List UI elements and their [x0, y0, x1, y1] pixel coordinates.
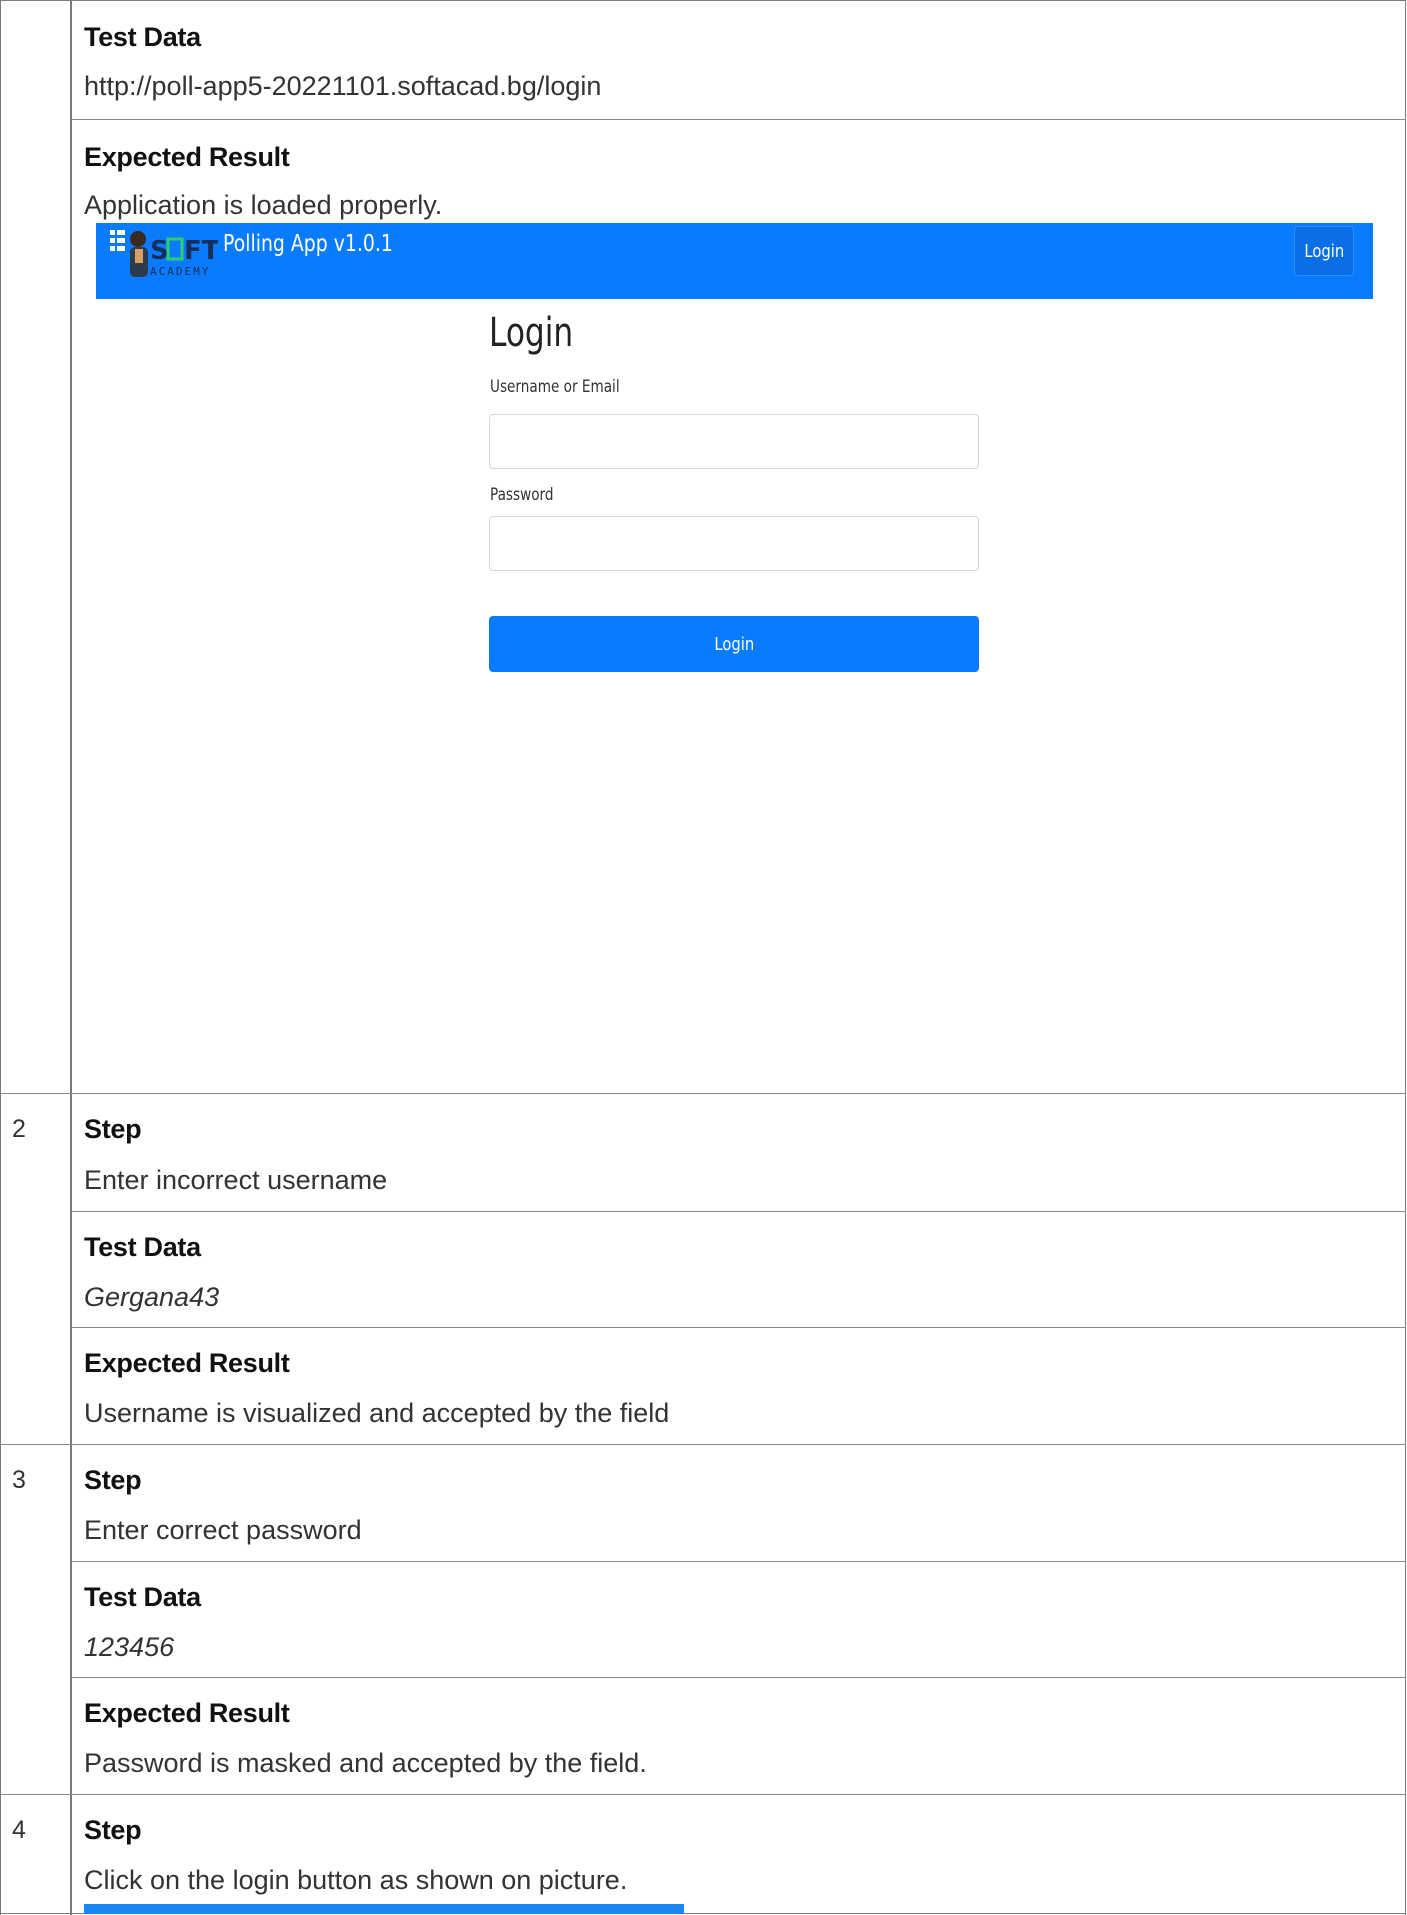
- app-screenshot: S FT ACADEMY Polling App v1.0.1 Login Lo…: [96, 223, 1373, 843]
- password-label: Password: [490, 485, 554, 505]
- expected-result-label: Expected Result: [84, 142, 290, 172]
- soft-academy-logo: S FT ACADEMY: [110, 230, 218, 278]
- svg-text:FT: FT: [184, 236, 218, 266]
- expected-result-label: Expected Result: [84, 1348, 290, 1378]
- row-divider: [72, 1677, 1406, 1678]
- table-border-right: [1405, 0, 1406, 1915]
- step-value: Click on the login button as shown on pi…: [84, 1865, 628, 1895]
- row-divider: [0, 1444, 1406, 1445]
- test-data-label: Test Data: [84, 22, 201, 52]
- app-title: Polling App v1.0.1: [223, 231, 393, 257]
- login-submit-label: Login: [714, 633, 754, 655]
- nav-login-label: Login: [1304, 240, 1344, 262]
- password-input[interactable]: [489, 516, 979, 571]
- step-number: 4: [12, 1816, 26, 1844]
- row-divider: [0, 1794, 1406, 1795]
- row-divider: [72, 1561, 1406, 1562]
- expected-result-value: Application is loaded properly.: [84, 190, 443, 220]
- login-form-title: Login: [489, 310, 574, 356]
- test-case-table: Test Data http://poll-app5-20221101.soft…: [0, 0, 1407, 1915]
- step-number: 3: [12, 1466, 26, 1494]
- test-data-label: Test Data: [84, 1232, 201, 1262]
- svg-text:S: S: [150, 236, 169, 266]
- step-value: Enter incorrect username: [84, 1165, 388, 1195]
- table-border-left: [0, 0, 1, 1915]
- test-data-value: 123456: [84, 1632, 175, 1662]
- table-border-top: [0, 0, 1406, 1]
- row-divider: [72, 119, 1406, 120]
- step-label: Step: [84, 1465, 142, 1495]
- cropped-screenshot-preview: [84, 1904, 684, 1914]
- username-label: Username or Email: [490, 377, 620, 397]
- row-divider: [72, 1327, 1406, 1328]
- expected-result-value: Password is masked and accepted by the f…: [84, 1748, 647, 1778]
- step-value: Enter correct password: [84, 1515, 362, 1545]
- expected-result-label: Expected Result: [84, 1698, 290, 1728]
- test-data-value: Gergana43: [84, 1282, 220, 1312]
- column-divider: [70, 0, 72, 1915]
- row-divider: [0, 1093, 1406, 1094]
- test-data-value: http://poll-app5-20221101.softacad.bg/lo…: [84, 71, 602, 101]
- step-label: Step: [84, 1815, 142, 1845]
- svg-text:ACADEMY: ACADEMY: [150, 265, 210, 278]
- expected-result-value: Username is visualized and accepted by t…: [84, 1398, 670, 1428]
- nav-login-button[interactable]: Login: [1294, 226, 1354, 276]
- app-navbar: S FT ACADEMY Polling App v1.0.1 Login: [96, 223, 1373, 299]
- step-label: Step: [84, 1114, 142, 1144]
- row-divider: [72, 1211, 1406, 1212]
- test-data-label: Test Data: [84, 1582, 201, 1612]
- step-number: 2: [12, 1115, 26, 1143]
- username-input[interactable]: [489, 414, 979, 469]
- login-submit-button[interactable]: Login: [489, 616, 979, 672]
